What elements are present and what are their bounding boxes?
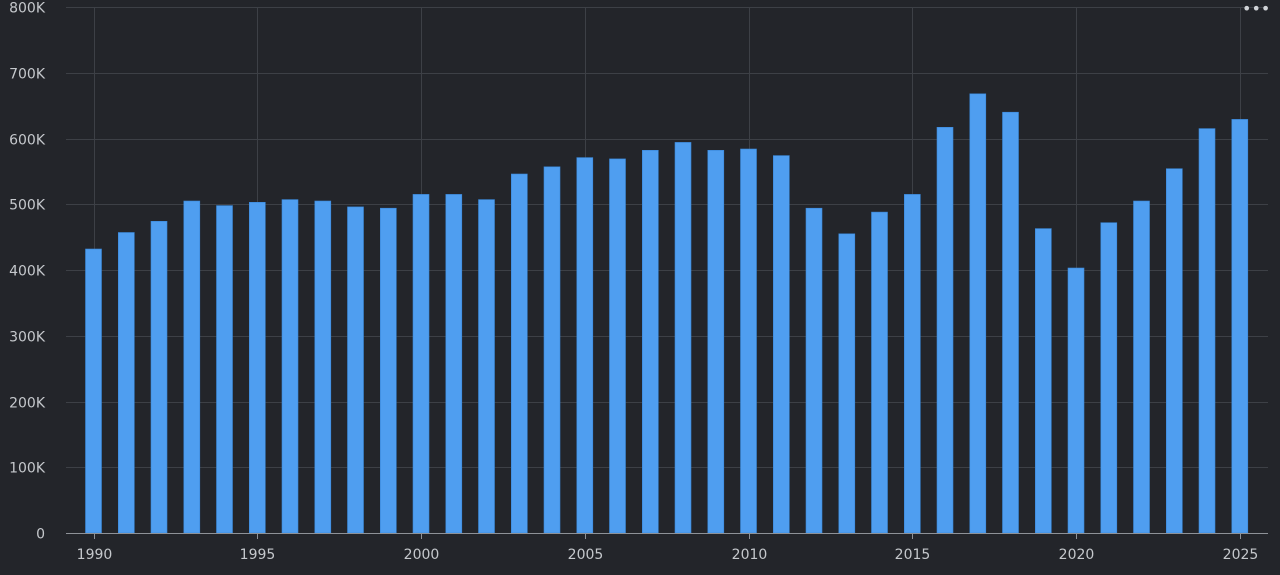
y-tick-label: 700K: [9, 67, 46, 83]
more-options-icon[interactable]: •••: [1242, 1, 1270, 21]
bar-2019: [1035, 228, 1052, 534]
bar-2007: [641, 150, 659, 534]
bar-2022: [1133, 200, 1150, 534]
bar-2004: [543, 166, 561, 534]
y-tick-label: 600K: [9, 133, 46, 149]
x-tick-label: 2020: [1059, 547, 1095, 563]
bar-2020: [1067, 267, 1085, 534]
bar-1996: [281, 199, 299, 534]
y-tick-label: 0: [36, 527, 45, 543]
bar-2017: [969, 93, 987, 534]
y-tick-label: 400K: [9, 264, 46, 280]
bar-2003: [510, 173, 528, 534]
bar-2009: [707, 150, 725, 534]
bar-1997: [314, 200, 332, 534]
bar-2001: [445, 194, 463, 534]
y-tick-label: 300K: [9, 330, 46, 346]
y-tick-label: 200K: [9, 396, 46, 412]
bar-2014: [871, 211, 888, 534]
bar-1995: [249, 202, 266, 534]
x-tick-label: 2010: [732, 547, 768, 563]
bar-2023: [1166, 168, 1183, 534]
bar-2005: [576, 157, 594, 534]
bar-2006: [609, 158, 626, 534]
bar-1998: [347, 206, 364, 534]
bar-2008: [674, 142, 692, 534]
bar-1994: [216, 205, 233, 534]
bar-2016: [936, 127, 954, 534]
x-tick-label: 2000: [404, 547, 440, 563]
y-tick-label: 100K: [9, 461, 46, 477]
bar-1999: [379, 207, 397, 534]
x-tick-label: 1990: [77, 547, 113, 563]
chart-container: 0 100K 200K 300K 400K 500K 600K 700K 800K 1990 199…: [0, 0, 1280, 575]
bar-2011: [772, 155, 790, 534]
bar-2024: [1198, 128, 1216, 534]
bar-1992: [150, 221, 168, 534]
x-tick-label: 2015: [895, 547, 931, 563]
x-tick-label: 2025: [1223, 547, 1259, 563]
bar-1991: [118, 232, 135, 534]
bar-1990: [85, 248, 102, 534]
bar-2002: [478, 199, 495, 534]
bar-2012: [805, 207, 823, 534]
bar-chart: 0 100K 200K 300K 400K 500K 600K 700K 800K 1990 199…: [9, 1, 1268, 563]
bar-1993: [183, 200, 201, 534]
bar-2021: [1100, 222, 1118, 534]
y-tick-label: 500K: [9, 198, 46, 214]
bar-2015: [903, 194, 921, 534]
x-tick-label: 1995: [240, 547, 276, 563]
bar-2000: [412, 194, 430, 534]
x-tick-label: 2005: [568, 547, 604, 563]
y-tick-label: 800K: [9, 1, 46, 17]
bar-2025: [1231, 119, 1249, 534]
bar-2013: [838, 233, 856, 534]
bar-2010: [740, 148, 757, 534]
bar-2018: [1002, 111, 1019, 534]
